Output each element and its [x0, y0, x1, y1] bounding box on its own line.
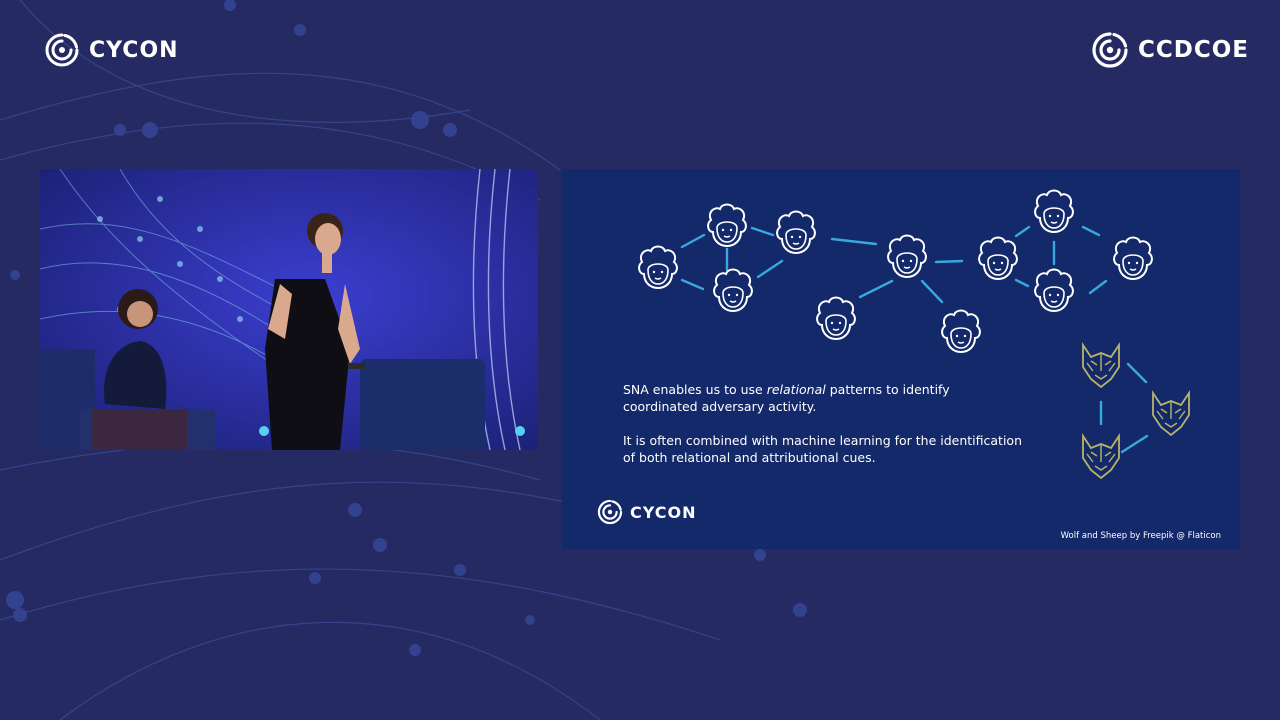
cycon-brand-text: CYCON — [89, 37, 179, 63]
cycon-logo-icon — [597, 499, 623, 525]
sheep-icon — [638, 245, 678, 289]
image-credit: Wolf and Sheep by Freepik @ Flaticon — [1060, 531, 1221, 541]
sheep-icon — [978, 236, 1018, 280]
speaker-video-feed — [40, 169, 538, 450]
ccdcoe-brand: CCDCOE — [1090, 30, 1249, 70]
sheep-icon — [713, 268, 753, 312]
sheep-icon — [816, 296, 856, 340]
slide-cycon-logo: CYCON — [596, 498, 697, 526]
wolf-icon — [1152, 392, 1190, 436]
sheep-icon — [1034, 189, 1074, 233]
presentation-slide: SNA enables us to use relational pattern… — [562, 169, 1240, 549]
slide-paragraph-1: SNA enables us to use relational pattern… — [623, 382, 950, 414]
sheep-icon — [707, 203, 747, 247]
sheep-icon — [1034, 268, 1074, 312]
sheep-icon — [941, 309, 981, 353]
stage-scene — [40, 169, 538, 450]
sheep-icon — [1113, 236, 1153, 280]
sheep-icon — [887, 234, 927, 278]
sheep-wolf-network-diagram — [638, 189, 1190, 479]
slide-body-text: SNA enables us to use relational pattern… — [623, 381, 1023, 483]
slide-logo-text: CYCON — [630, 502, 697, 522]
sheep-icon — [776, 210, 816, 254]
slide-paragraph-2: It is often combined with machine learni… — [623, 433, 1023, 465]
wolf-icon — [1082, 344, 1120, 388]
emphasis-relational: relational — [766, 382, 826, 397]
cycon-brand: CYCON — [43, 31, 179, 69]
ccdcoe-logo-icon — [1092, 32, 1128, 68]
ccdcoe-brand-text: CCDCOE — [1138, 37, 1249, 63]
wolf-icon — [1082, 435, 1120, 479]
cycon-logo-icon — [45, 33, 79, 67]
